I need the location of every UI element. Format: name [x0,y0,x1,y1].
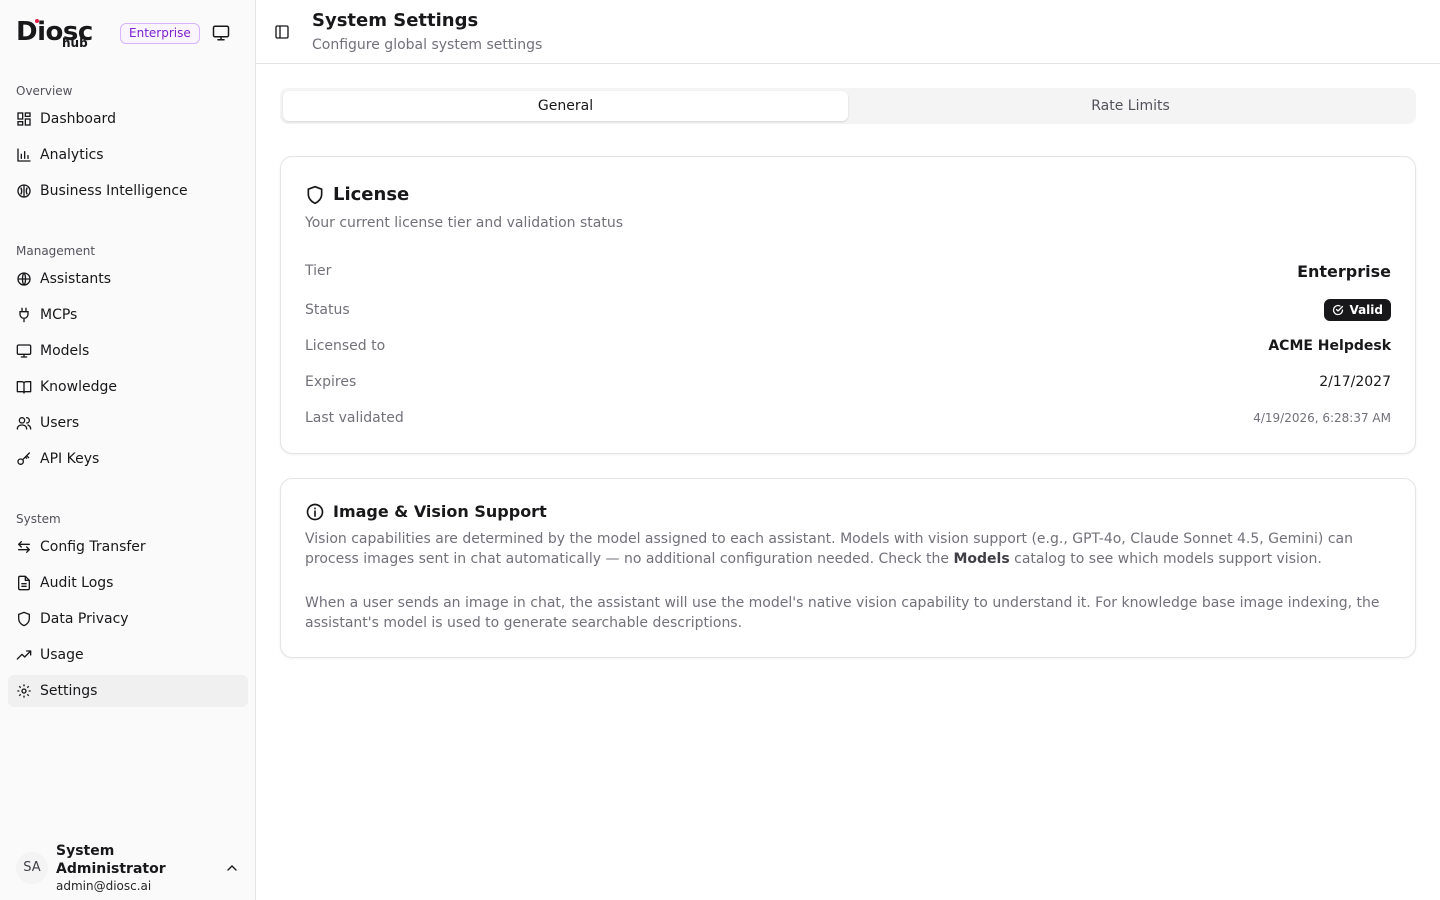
info-icon [305,502,325,522]
sidebar-item-config-transfer[interactable]: Config Transfer [8,531,248,563]
sidebar-item-usage[interactable]: Usage [8,639,248,671]
tab-general[interactable]: General [283,91,848,121]
sidebar-item-label: Data Privacy [40,611,129,627]
nav-section-overview: Overview Dashboard Analytics Business In… [0,81,256,207]
models-emphasis: Models [953,551,1010,567]
license-card: License Your current license tier and va… [280,156,1416,454]
book-icon [16,379,32,395]
kv-value-expires: 2/17/2027 [1319,374,1391,390]
sidebar-item-label: Audit Logs [40,575,114,591]
sidebar-item-label: Business Intelligence [40,183,188,199]
logo-sub-text: hub [62,36,88,50]
license-row-expires: Expires 2/17/2027 [305,370,1391,394]
shield-icon [305,185,325,205]
sidebar-item-data-privacy[interactable]: Data Privacy [8,603,248,635]
vision-title-text: Image & Vision Support [333,502,547,521]
sidebar-item-label: Dashboard [40,111,116,127]
sidebar-item-assistants[interactable]: Assistants [8,263,248,295]
kv-value-licensed-to: ACME Helpdesk [1268,338,1391,354]
sidebar-item-label: Knowledge [40,379,117,395]
brand-header: Diosc hub Enterprise [16,16,248,56]
sidebar-toggle-icon[interactable] [274,24,290,40]
user-menu[interactable]: SA System Administrator admin@diosc.ai [8,842,248,894]
sidebar-item-users[interactable]: Users [8,407,248,439]
vision-paragraph-2: When a user sends an image in chat, the … [305,595,1380,631]
vision-p1-after: catalog to see which models support visi… [1009,551,1322,567]
vision-paragraph-1: Vision capabilities are determined by th… [305,529,1395,569]
user-info: System Administrator admin@diosc.ai [56,842,224,894]
shield-icon [16,611,32,627]
page-header: System Settings Configure global system … [256,0,1440,64]
logo[interactable]: Diosc hub [16,16,96,54]
kv-value-tier: Enterprise [1297,261,1391,281]
sidebar-item-audit-logs[interactable]: Audit Logs [8,567,248,599]
section-label-system: System [16,512,61,526]
kv-label: Expires [305,374,357,390]
monitor-icon[interactable] [212,24,230,42]
key-icon [16,451,32,467]
license-row-tier: Tier Enterprise [305,259,1391,283]
sidebar-item-mcps[interactable]: MCPs [8,299,248,331]
sidebar-item-api-keys[interactable]: API Keys [8,443,248,475]
kv-label: Last validated [305,410,404,426]
avatar: SA [16,852,48,884]
sidebar-item-settings[interactable]: Settings [8,675,248,707]
status-badge: Valid [1324,299,1391,321]
user-name: System Administrator [56,843,166,877]
sidebar-item-knowledge[interactable]: Knowledge [8,371,248,403]
sidebar-item-label: Usage [40,647,84,663]
kv-value-last-validated: 4/19/2026, 6:28:37 AM [1253,411,1391,425]
sidebar-item-analytics[interactable]: Analytics [8,139,248,171]
kv-label: Status [305,302,350,318]
license-title-text: License [333,184,410,205]
users-icon [16,415,32,431]
status-badge-text: Valid [1349,303,1383,317]
license-row-last-validated: Last validated 4/19/2026, 6:28:37 AM [305,406,1391,430]
sidebar: Diosc hub Enterprise Overview Dashboard … [0,0,256,900]
license-row-status: Status Valid [305,298,1391,322]
sidebar-item-label: MCPs [40,307,78,323]
sidebar-item-label: Analytics [40,147,104,163]
vision-support-card: Image & Vision Support Vision capabiliti… [280,478,1416,658]
license-title: License [305,183,409,207]
sidebar-item-dashboard[interactable]: Dashboard [8,103,248,135]
sidebar-item-business-intelligence[interactable]: Business Intelligence [8,175,248,207]
kv-label: Licensed to [305,338,386,354]
file-icon [16,575,32,591]
nav-section-management: Management Assistants MCPs Models Knowle… [0,241,256,475]
tab-rate-limits[interactable]: Rate Limits [848,91,1413,121]
sidebar-item-models[interactable]: Models [8,335,248,367]
chart-icon [16,147,32,163]
transfer-icon [16,539,32,555]
sidebar-item-label: Assistants [40,271,112,287]
sidebar-item-label: Config Transfer [40,539,146,555]
section-label-overview: Overview [16,84,73,98]
nav-section-system: System Config Transfer Audit Logs Data P… [0,509,256,707]
sidebar-item-label: API Keys [40,451,100,467]
brain-icon [16,183,32,199]
sidebar-item-label: Models [40,343,90,359]
sidebar-item-label: Settings [40,683,98,699]
user-email: admin@diosc.ai [56,879,152,893]
gear-icon [16,683,32,699]
trend-icon [16,647,32,663]
monitor-icon [16,343,32,359]
plug-icon [16,307,32,323]
chevron-up-icon[interactable] [224,860,240,876]
license-description: Your current license tier and validation… [305,215,623,231]
settings-tabs: General Rate Limits [280,88,1416,124]
globe-icon [16,271,32,287]
section-label-management: Management [16,244,96,258]
license-row-licensed-to: Licensed to ACME Helpdesk [305,334,1391,358]
check-circle-icon [1333,304,1344,316]
tier-badge: Enterprise [120,23,200,44]
logo-dot [35,19,39,23]
page-subtitle: Configure global system settings [312,37,543,53]
page-title: System Settings [312,10,479,31]
sidebar-item-label: Users [40,415,80,431]
vision-title: Image & Vision Support [305,501,547,523]
kv-label: Tier [305,263,332,279]
dashboard-icon [16,111,32,127]
